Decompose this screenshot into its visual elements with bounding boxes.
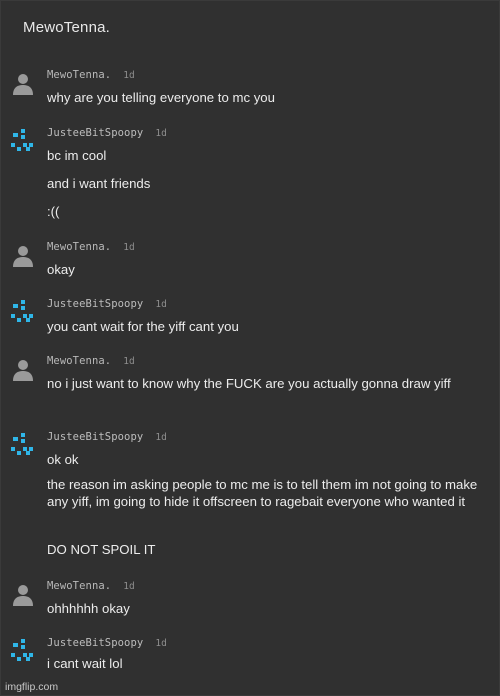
author-name[interactable]: MewoTenna.: [47, 69, 111, 81]
author-name[interactable]: JusteeBitSpoopy: [47, 298, 143, 310]
timestamp: 1d: [155, 299, 167, 310]
message-meta: MewoTenna. 1d: [47, 355, 135, 368]
message-text: ohhhhhh okay: [47, 601, 130, 616]
message-meta: JusteeBitSpoopy 1d: [47, 127, 167, 140]
conversation-panel: MewoTenna. MewoTenna. 1d why are you tel…: [0, 0, 500, 696]
message-text: okay: [47, 262, 75, 277]
default-user-icon[interactable]: [11, 243, 35, 267]
message-meta: MewoTenna. 1d: [47, 580, 135, 593]
pixel-face-icon[interactable]: [11, 639, 35, 663]
timestamp: 1d: [155, 638, 167, 649]
default-user-icon[interactable]: [11, 71, 35, 95]
message-meta: JusteeBitSpoopy 1d: [47, 298, 167, 311]
thread-title: MewoTenna.: [23, 19, 111, 36]
message-meta: JusteeBitSpoopy 1d: [47, 637, 167, 650]
timestamp: 1d: [123, 70, 135, 81]
author-name[interactable]: JusteeBitSpoopy: [47, 127, 143, 139]
message-text: why are you telling everyone to mc you: [47, 90, 275, 105]
pixel-face-icon[interactable]: [11, 129, 35, 153]
message-meta: JusteeBitSpoopy 1d: [47, 431, 167, 444]
message-text: ok ok: [47, 452, 79, 467]
author-name[interactable]: JusteeBitSpoopy: [47, 637, 143, 649]
pixel-face-icon[interactable]: [11, 433, 35, 457]
message-text: the reason im asking people to mc me is …: [47, 477, 478, 509]
default-user-icon[interactable]: [11, 357, 35, 381]
pixel-face-icon[interactable]: [11, 300, 35, 324]
message-text: bc im cool: [47, 148, 107, 163]
message-text: no i just want to know why the FUCK are …: [47, 376, 451, 391]
imgflip-watermark: imgflip.com: [5, 681, 59, 693]
author-name[interactable]: MewoTenna.: [47, 580, 111, 592]
message-text: and i want friends: [47, 176, 151, 191]
message-meta: MewoTenna. 1d: [47, 69, 135, 82]
message-text: :((: [47, 204, 60, 219]
default-user-icon[interactable]: [11, 582, 35, 606]
author-name[interactable]: MewoTenna.: [47, 355, 111, 367]
author-name[interactable]: MewoTenna.: [47, 241, 111, 253]
message-text: you cant wait for the yiff cant you: [47, 319, 239, 334]
timestamp: 1d: [123, 356, 135, 367]
timestamp: 1d: [123, 242, 135, 253]
timestamp: 1d: [155, 128, 167, 139]
timestamp: 1d: [123, 581, 135, 592]
author-name[interactable]: JusteeBitSpoopy: [47, 431, 143, 443]
timestamp: 1d: [155, 432, 167, 443]
message-meta: MewoTenna. 1d: [47, 241, 135, 254]
message-text: i cant wait lol: [47, 656, 123, 671]
message-text: DO NOT SPOIL IT: [47, 542, 156, 557]
